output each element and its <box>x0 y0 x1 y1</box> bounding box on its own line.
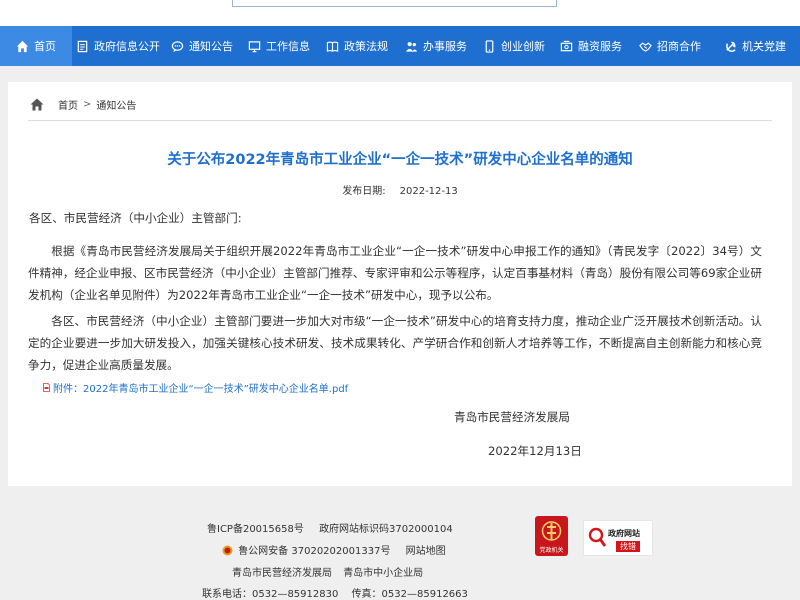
book-icon <box>326 41 339 52</box>
attachment-link[interactable]: 附件：2022年青岛市工业企业“一企一技术”研发中心企业名单.pdf <box>43 380 348 395</box>
nav-item-label: 机关党建 <box>742 40 786 53</box>
phone-icon <box>485 39 494 53</box>
nav-item-investment[interactable]: 招商合作 <box>630 26 710 66</box>
nav-item-label: 首页 <box>34 40 56 53</box>
breadcrumb-home-link[interactable]: 首页 <box>58 97 78 112</box>
nav-item-policies[interactable]: 政策法规 <box>318 26 396 66</box>
party-emblem-icon <box>726 41 736 52</box>
gov-site-id: 政府网站标识码3702000104 <box>319 524 453 535</box>
signature: 青岛市民营经济发展局 <box>454 410 570 424</box>
breadcrumb-separator: > <box>83 98 92 110</box>
nav-item-financing[interactable]: 融资服务 <box>552 26 630 66</box>
nav-item-label: 政策法规 <box>344 40 388 53</box>
nav-item-home[interactable]: 首页 <box>0 26 72 66</box>
footer-line-4: 联系电话：0532—85912830 传真：0532—85912663 <box>202 585 468 600</box>
logo-red-label: 党政机关 <box>539 546 563 554</box>
nav-item-gov-info[interactable]: 政府信息公开 <box>72 26 164 66</box>
nav-item-label: 通知公告 <box>189 40 233 53</box>
nav-item-services[interactable]: 办事服务 <box>396 26 476 66</box>
paragraph-1: 根据《青岛市民营经济发展局关于组织开展2022年青岛市工业企业“一企一技术”研发… <box>28 244 762 302</box>
footer-line-1: 鲁ICP备20015658号 政府网站标识码3702000104 <box>207 520 453 535</box>
nav-item-label: 办事服务 <box>423 40 467 53</box>
breadcrumb: 首页 > 通知公告 <box>30 96 136 112</box>
home-icon <box>30 98 44 110</box>
top-strip <box>0 0 800 26</box>
magnifier-logo-icon <box>588 527 606 547</box>
logo-gov-title: 政府网站 <box>608 529 640 538</box>
contact-phone: 联系电话：0532—85912830 <box>202 589 339 600</box>
attachment-label: 附件：2022年青岛市工业企业“一企一技术”研发中心企业名单.pdf <box>53 384 349 395</box>
article-panel: 首页 > 通知公告 关于公布2022年青岛市工业企业“一企一技术”研发中心企业名… <box>8 82 792 486</box>
salutation: 各区、市民营经济（中小企业）主管部门: <box>29 211 242 225</box>
signature-date: 2022年12月13日 <box>488 444 582 458</box>
document-icon <box>77 40 88 52</box>
nav-item-notices[interactable]: 通知公告 <box>164 26 240 66</box>
money-icon <box>560 40 573 51</box>
police-record-link[interactable]: 鲁公网安备 37020202001337号 <box>238 542 390 557</box>
party-gov-badge-logo[interactable]: 党政机关 <box>535 516 568 556</box>
nav-item-label: 政府信息公开 <box>94 40 160 53</box>
footer-line-3: 青岛市民营经济发展局 青岛市中小企业局 <box>232 564 423 579</box>
logo-gov-sub: 找错 <box>616 541 640 552</box>
sitemap-link[interactable]: 网站地图 <box>406 542 446 557</box>
nav-item-label: 工作信息 <box>266 40 310 53</box>
gov-site-error-report-logo[interactable]: 政府网站 找错 <box>583 520 653 556</box>
nav-item-innovation[interactable]: 创业创新 <box>476 26 552 66</box>
footer-line-2: 鲁公网安备 37020202001337号 网站地图 <box>222 542 446 557</box>
icp-link[interactable]: 鲁ICP备20015658号 <box>207 520 304 535</box>
police-badge-icon <box>222 545 233 556</box>
handshake-icon <box>639 42 652 52</box>
monitor-icon <box>248 40 261 52</box>
chat-icon <box>171 40 184 52</box>
search-input[interactable] <box>232 0 557 7</box>
home-icon <box>16 40 29 52</box>
people-icon <box>405 41 418 52</box>
divider <box>28 120 772 121</box>
main-nav: 首页 政府信息公开 通知公告 工作信息 政策法规 办事服务 创业创新 融资服务 … <box>0 26 800 66</box>
footer: 鲁ICP备20015658号 政府网站标识码3702000104 鲁公网安备 3… <box>0 510 800 600</box>
paragraph-2: 各区、市民营经济（中小企业）主管部门要进一步加大对市级“一企一技术”研发中心的培… <box>28 314 762 372</box>
contact-fax: 传真：0532—85912663 <box>351 589 468 600</box>
breadcrumb-current[interactable]: 通知公告 <box>96 97 136 112</box>
publish-date-label: 发布日期: <box>342 186 386 197</box>
publish-date-value: 2022-12-13 <box>399 186 458 197</box>
nav-item-label: 招商合作 <box>657 40 701 53</box>
nav-item-label: 融资服务 <box>578 40 622 53</box>
nav-item-work-info[interactable]: 工作信息 <box>240 26 318 66</box>
pdf-icon <box>43 383 50 392</box>
nav-item-party[interactable]: 机关党建 <box>710 26 800 66</box>
nav-item-label: 创业创新 <box>501 40 545 53</box>
publish-date: 发布日期: 2022-12-13 <box>8 182 792 197</box>
org-name-1: 青岛市民营经济发展局 <box>232 568 332 579</box>
article-title: 关于公布2022年青岛市工业企业“一企一技术”研发中心企业名单的通知 <box>167 152 633 168</box>
org-name-2: 青岛市中小企业局 <box>343 568 424 579</box>
